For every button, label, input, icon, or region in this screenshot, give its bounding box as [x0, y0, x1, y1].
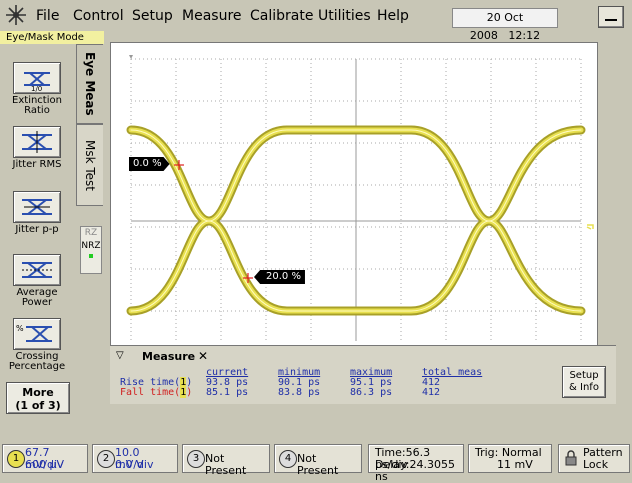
channel-1-badge: 1 [7, 450, 25, 468]
trigger-status[interactable]: Trig: Normal 11 mV [468, 444, 552, 473]
crossing-percentage-icon: % [13, 318, 61, 350]
minimize-button[interactable] [598, 6, 624, 28]
close-icon[interactable]: ✕ [198, 349, 208, 363]
svg-text:%: % [16, 324, 24, 333]
menu-calibrate[interactable]: Calibrate [250, 8, 313, 24]
menu-bar: File Control Setup Measure Calibrate Uti… [0, 0, 632, 42]
agilent-logo-icon [6, 5, 26, 25]
fall-total: 412 [422, 387, 441, 398]
average-power-icon [13, 254, 61, 286]
channel-2-offset: 0.0 V [115, 458, 144, 471]
timebase-status[interactable]: Time:56.3 ps/div Delay:24.3055 ns [368, 444, 464, 483]
menu-help[interactable]: Help [377, 8, 409, 24]
extinction-ratio-label: Extinction Ratio [12, 95, 62, 116]
fall-current: 85.1 ps [206, 387, 249, 398]
maximum-column: maximum 95.1 ps 86.3 ps [350, 368, 392, 398]
pattern-lock-button[interactable]: Pattern Lock [558, 444, 630, 473]
collapse-icon[interactable]: ▽ [116, 350, 124, 361]
channel-3-status[interactable]: 3 Not Present [182, 444, 270, 477]
extinction-ratio-icon: 1/0 [13, 62, 61, 94]
more-button[interactable]: More (1 of 3) [6, 382, 70, 414]
marker-lower-label: 20.0 % [254, 270, 305, 284]
tab-eye-meas[interactable]: Eye Meas [76, 44, 103, 124]
total-column: total meas 412 412 [422, 368, 482, 398]
rz-nrz-switch[interactable]: RZ NRZ [80, 226, 102, 274]
mode-label: Eye/Mask Mode [0, 31, 104, 44]
menu-measure[interactable]: Measure [182, 8, 242, 24]
time-text: 12:12 [508, 29, 541, 42]
menu-control[interactable]: Control [73, 8, 124, 24]
setup-info-line2: & Info [569, 382, 599, 393]
jitter-pp-icon [13, 191, 61, 223]
eye-diagram [126, 55, 594, 341]
timebase-delay: Delay:24.3055 ns [375, 458, 455, 483]
current-column: current 93.8 ps 85.1 ps [206, 368, 248, 398]
channel-3-text: Not Present [205, 452, 247, 477]
more-page-label: (1 of 3) [15, 399, 61, 412]
jitter-pp-button[interactable]: Jitter p-p [6, 191, 68, 249]
measure-row-labels: Rise time(1) Fall time(1) [120, 368, 192, 398]
jitter-rms-icon [13, 126, 61, 158]
tab-msk-test[interactable]: Msk Test [76, 124, 103, 206]
setup-info-line1: Setup [569, 370, 599, 381]
extinction-ratio-button[interactable]: 1/0 Extinction Ratio [6, 62, 68, 120]
jitter-rms-button[interactable]: Jitter RMS [6, 126, 68, 184]
channel-4-badge: 4 [279, 450, 297, 468]
setup-info-button[interactable]: Setup & Info [562, 366, 606, 398]
crossing-percentage-label: Crossing Percentage [8, 351, 66, 372]
channel-1-status[interactable]: 1 67.7 mV/div 600 µV [2, 444, 88, 473]
average-power-button[interactable]: Average Power [6, 254, 68, 312]
minimize-icon [605, 19, 617, 21]
tab-eye-meas-label: Eye Meas [83, 52, 97, 116]
channel-4-text: Not Present [297, 452, 339, 477]
graticule[interactable]: 0.0 % 20.0 % [110, 42, 598, 346]
jitter-pp-label: Jitter p-p [15, 224, 59, 235]
datetime-display: 20 Oct 2008 12:12 [452, 8, 558, 42]
pattern-lock-line2: Lock [583, 458, 609, 471]
channel-3-badge: 3 [187, 450, 205, 468]
measure-panel: ▽ Measure ✕ Rise time(1) Fall time(1) cu… [110, 345, 616, 404]
marker-upper-label: 0.0 % [129, 157, 170, 171]
channel-2-status[interactable]: 2 10.0 mV/div 0.0 V [92, 444, 178, 473]
jitter-rms-label: Jitter RMS [12, 159, 62, 170]
menu-setup[interactable]: Setup [132, 8, 173, 24]
trigger-level: 11 mV [497, 458, 533, 471]
menu-utilities[interactable]: Utilities [318, 8, 371, 24]
nrz-label: NRZ [81, 241, 101, 251]
fall-maximum: 86.3 ps [350, 387, 393, 398]
channel-2-badge: 2 [97, 450, 115, 468]
measure-panel-header[interactable]: ▽ Measure ✕ [110, 348, 214, 364]
fall-minimum: 83.8 ps [278, 387, 321, 398]
lock-icon [565, 450, 577, 466]
channel-1-offset: 600 µV [25, 458, 65, 471]
channel-4-status[interactable]: 4 Not Present [274, 444, 362, 477]
minimum-column: minimum 90.1 ps 83.8 ps [278, 368, 320, 398]
nrz-indicator [89, 254, 93, 258]
more-label: More [22, 386, 54, 399]
measure-title: Measure [142, 350, 196, 363]
crossing-percentage-button[interactable]: % Crossing Percentage [6, 318, 68, 376]
rz-label: RZ [84, 228, 98, 238]
fall-time-label: Fall time(1) [120, 387, 193, 398]
tab-msk-test-label: Msk Test [83, 139, 97, 191]
average-power-label: Average Power [16, 287, 58, 308]
menu-file[interactable]: File [36, 8, 59, 24]
svg-text:1/0: 1/0 [31, 85, 42, 93]
